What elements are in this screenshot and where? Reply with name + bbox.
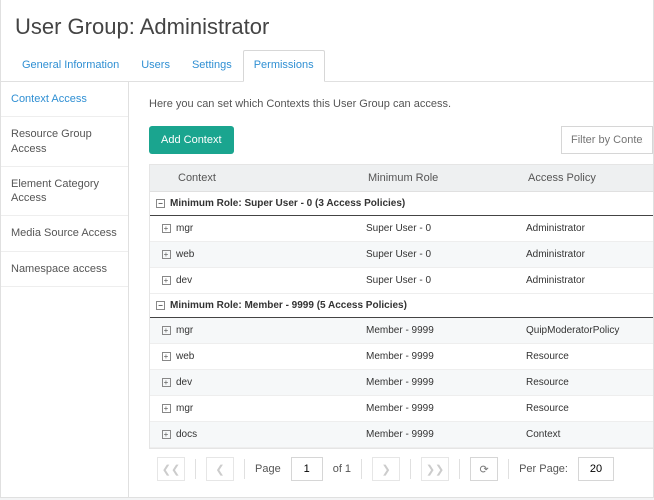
cell-policy: Administrator <box>526 275 647 286</box>
cell-role: Member - 9999 <box>366 351 526 362</box>
cell-role: Super User - 0 <box>366 223 526 234</box>
sidebar-item-context-access[interactable]: Context Access <box>1 82 128 117</box>
pager-first-button[interactable]: ❮❮ <box>157 457 185 481</box>
page-title: User Group: Administrator <box>1 0 653 50</box>
column-header-access-policy[interactable]: Access Policy <box>520 165 653 191</box>
cell-policy: Resource <box>526 403 647 414</box>
sidebar-item-media-source-access[interactable]: Media Source Access <box>1 216 128 251</box>
table-row[interactable]: + dev Member - 9999 Resource <box>150 370 653 396</box>
table-row[interactable]: + mgr Super User - 0 Administrator <box>150 216 653 242</box>
cell-context: dev <box>176 275 366 286</box>
pager: ❮❮ ❮ Page of 1 ❯ ❯❯ ⟳ Per Page: <box>149 449 653 497</box>
permissions-sidebar: Context Access Resource Group Access Ele… <box>1 82 129 497</box>
cell-policy: QuipModeratorPolicy <box>526 325 647 336</box>
collapse-icon[interactable]: − <box>156 301 165 310</box>
pager-per-page-label: Per Page: <box>519 463 568 475</box>
pager-last-button[interactable]: ❯❯ <box>421 457 449 481</box>
tab-general-information[interactable]: General Information <box>11 50 130 82</box>
cell-policy: Resource <box>526 377 647 388</box>
tab-users[interactable]: Users <box>130 50 181 82</box>
cell-context: dev <box>176 377 366 388</box>
group-header[interactable]: − Minimum Role: Super User - 0 (3 Access… <box>150 192 653 216</box>
cell-role: Member - 9999 <box>366 377 526 388</box>
expand-row-icon[interactable]: + <box>162 224 171 233</box>
pager-next-button[interactable]: ❯ <box>372 457 400 481</box>
collapse-icon[interactable]: − <box>156 199 165 208</box>
main-panel: Here you can set which Contexts this Use… <box>129 82 653 497</box>
tab-bar: General Information Users Settings Permi… <box>1 50 653 82</box>
cell-role: Super User - 0 <box>366 275 526 286</box>
expand-row-icon[interactable]: + <box>162 378 171 387</box>
expand-row-icon[interactable]: + <box>162 430 171 439</box>
group-header[interactable]: − Minimum Role: Member - 9999 (5 Access … <box>150 294 653 318</box>
cell-policy: Administrator <box>526 223 647 234</box>
sidebar-item-element-category-access[interactable]: Element Category Access <box>1 167 128 217</box>
cell-context: web <box>176 249 366 260</box>
expand-row-icon[interactable]: + <box>162 250 171 259</box>
pager-per-page-input[interactable] <box>578 457 614 481</box>
group-title: Minimum Role: Member - 9999 (5 Access Po… <box>170 300 407 311</box>
group-title: Minimum Role: Super User - 0 (3 Access P… <box>170 198 405 209</box>
pager-prev-button[interactable]: ❮ <box>206 457 234 481</box>
table-row[interactable]: + mgr Member - 9999 Resource <box>150 396 653 422</box>
cell-role: Member - 9999 <box>366 325 526 336</box>
cell-role: Super User - 0 <box>366 249 526 260</box>
sidebar-item-namespace-access[interactable]: Namespace access <box>1 252 128 287</box>
table-row[interactable]: + web Super User - 0 Administrator <box>150 242 653 268</box>
tab-permissions[interactable]: Permissions <box>243 50 325 82</box>
expand-row-icon[interactable]: + <box>162 326 171 335</box>
cell-policy: Administrator <box>526 249 647 260</box>
help-text: Here you can set which Contexts this Use… <box>149 98 653 110</box>
filter-by-context-input[interactable] <box>561 126 653 154</box>
column-header-minimum-role[interactable]: Minimum Role <box>360 165 520 191</box>
context-access-grid: Context Minimum Role Access Policy − Min… <box>149 164 653 449</box>
add-context-button[interactable]: Add Context <box>149 126 234 154</box>
expand-row-icon[interactable]: + <box>162 352 171 361</box>
cell-context: mgr <box>176 325 366 336</box>
expand-row-icon[interactable]: + <box>162 404 171 413</box>
cell-context: mgr <box>176 223 366 234</box>
pager-refresh-button[interactable]: ⟳ <box>470 457 498 481</box>
cell-context: mgr <box>176 403 366 414</box>
pager-page-input[interactable] <box>291 457 323 481</box>
table-row[interactable]: + docs Member - 9999 Context <box>150 422 653 448</box>
cell-context: docs <box>176 429 366 440</box>
table-row[interactable]: + dev Super User - 0 Administrator <box>150 268 653 294</box>
tab-settings[interactable]: Settings <box>181 50 243 82</box>
cell-policy: Resource <box>526 351 647 362</box>
table-row[interactable]: + web Member - 9999 Resource <box>150 344 653 370</box>
table-row[interactable]: + mgr Member - 9999 QuipModeratorPolicy <box>150 318 653 344</box>
pager-of-label: of 1 <box>333 463 351 475</box>
column-header-context[interactable]: Context <box>170 165 360 191</box>
sidebar-item-resource-group-access[interactable]: Resource Group Access <box>1 117 128 167</box>
expand-row-icon[interactable]: + <box>162 276 171 285</box>
cell-role: Member - 9999 <box>366 429 526 440</box>
cell-role: Member - 9999 <box>366 403 526 414</box>
cell-policy: Context <box>526 429 647 440</box>
cell-context: web <box>176 351 366 362</box>
pager-page-label: Page <box>255 463 281 475</box>
